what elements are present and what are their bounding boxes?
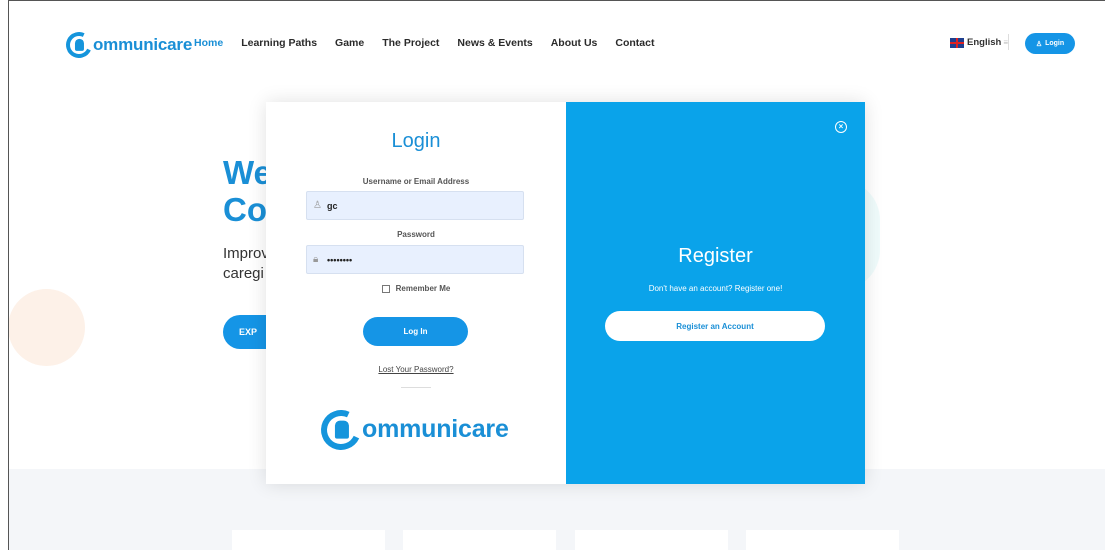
username-label: Username or Email Address [362,177,470,186]
logo-c-icon [62,28,96,62]
nav-about-us[interactable]: About Us [551,37,598,49]
logo-text: ommunicare [93,35,193,54]
nav-learning-paths[interactable]: Learning Paths [241,37,317,49]
hero-title-line2: Co [223,191,267,228]
feature-card[interactable] [403,530,556,550]
username-input[interactable] [327,200,507,211]
login-title: Login [391,130,441,152]
register-subtitle: Don't have an account? Register one! [648,284,783,293]
login-register-modal: Login Username or Email Address ♙ Passwo… [266,102,865,484]
remember-me-checkbox[interactable] [381,284,390,293]
user-icon: ♙ [313,199,322,211]
register-account-button[interactable]: Register an Account [605,311,825,341]
register-title: Register [678,245,753,267]
hero-title-line1: We [223,154,272,191]
login-panel: Login Username or Email Address ♙ Passwo… [266,102,566,484]
hero-subtitle-line2: caregi [223,265,264,282]
username-field-wrapper: ♙ [306,191,524,220]
hero-subtitle: Improv caregi [223,244,269,284]
feature-card[interactable] [575,530,728,550]
password-input[interactable] [327,254,507,265]
close-icon[interactable]: × [835,121,847,133]
main-nav: Home Learning Paths Game The Project New… [194,37,672,49]
nav-contact[interactable]: Contact [615,37,654,49]
user-icon: ♙ [1035,40,1043,48]
header-divider [1008,34,1009,50]
nav-news-events[interactable]: News & Events [457,37,532,49]
site-logo[interactable]: ommunicare [62,28,193,62]
language-label: English [967,37,1002,48]
nav-the-project[interactable]: The Project [382,37,439,49]
header-login-button[interactable]: ♙ Login [1025,33,1075,54]
log-in-button[interactable]: Log In [363,317,468,346]
password-field-wrapper: 🔒︎ [306,245,524,274]
nav-home[interactable]: Home [194,37,223,49]
hero-title: We Co [223,154,272,228]
decorative-circle-left [8,289,85,366]
uk-flag-icon [950,37,964,48]
language-selector[interactable]: English ≡ [950,37,1008,48]
hero-subtitle-line1: Improv [223,245,269,262]
feature-card[interactable] [232,530,385,550]
remember-me-row: Remember Me [266,284,566,293]
modal-logo: ommunicare [315,403,509,456]
divider [401,387,431,388]
lock-icon: 🔒︎ [313,253,319,265]
header-login-label: Login [1045,40,1065,47]
logo-c-icon [315,403,367,456]
remember-me-label: Remember Me [395,284,451,293]
modal-logo-text: ommunicare [362,415,509,443]
feature-card[interactable] [746,530,899,550]
lost-password-link[interactable]: Lost Your Password? [266,365,566,374]
nav-game[interactable]: Game [335,37,364,49]
register-panel: × Register Don't have an account? Regist… [566,102,865,484]
password-label: Password [397,230,435,239]
site-header: ommunicare Home Learning Paths Game The … [0,0,1105,88]
